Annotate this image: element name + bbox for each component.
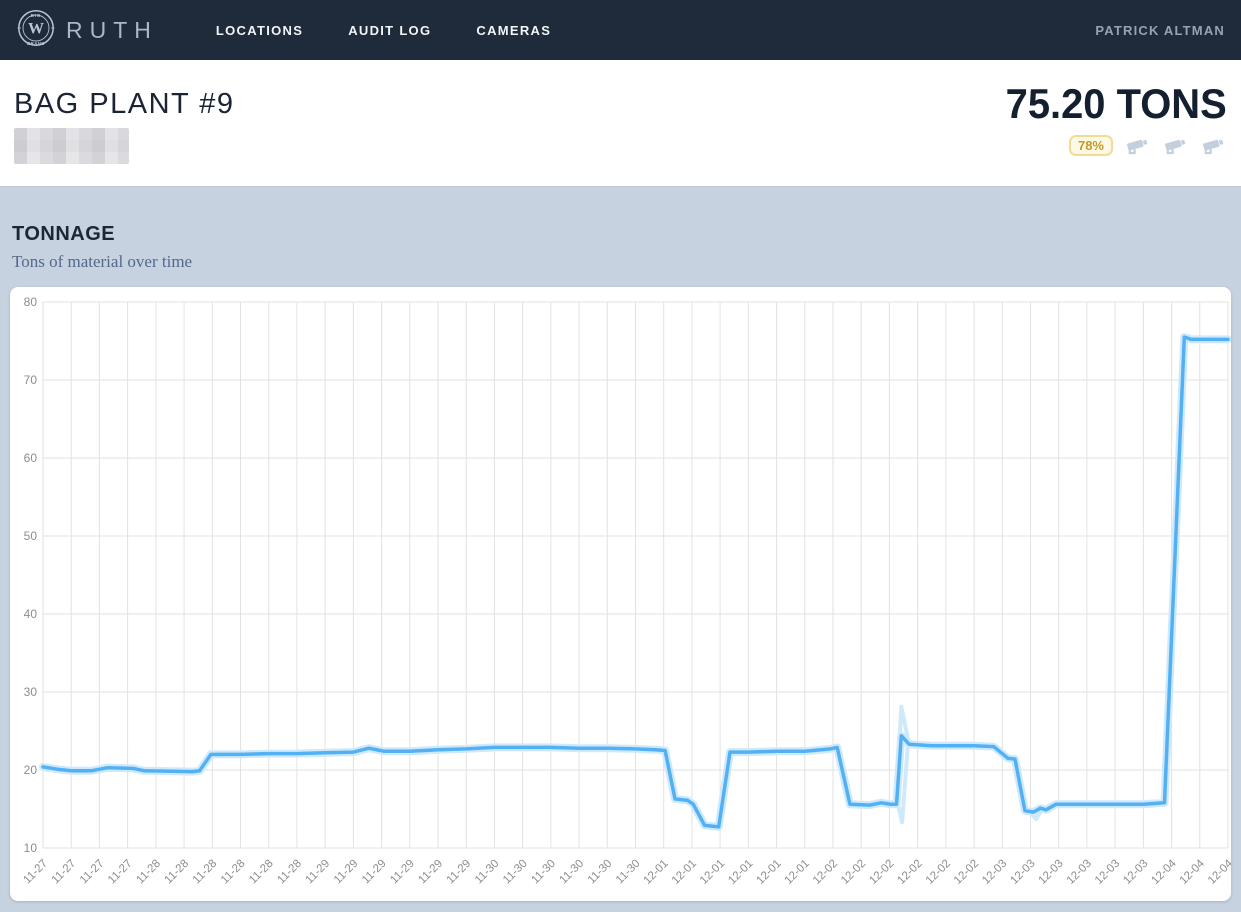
- svg-text:11-30: 11-30: [529, 858, 558, 887]
- svg-text:12-03: 12-03: [1065, 858, 1094, 887]
- svg-text:11-29: 11-29: [445, 858, 474, 887]
- svg-text:11-29: 11-29: [304, 858, 333, 887]
- svg-text:40: 40: [24, 607, 38, 621]
- nav-item-locations[interactable]: LOCATIONS: [216, 23, 303, 38]
- svg-text:11-28: 11-28: [191, 858, 220, 887]
- nav-item-audit-log[interactable]: AUDIT LOG: [348, 23, 431, 38]
- svg-text:30: 30: [24, 685, 38, 699]
- svg-text:12-01: 12-01: [670, 858, 699, 887]
- svg-text:11-27: 11-27: [50, 858, 79, 887]
- svg-text:11-28: 11-28: [163, 858, 192, 887]
- svg-text:11-29: 11-29: [388, 858, 417, 887]
- svg-text:11-28: 11-28: [134, 858, 163, 887]
- section-subtitle: Tons of material over time: [12, 252, 1229, 272]
- cctv-camera-icon[interactable]: [1126, 134, 1151, 157]
- svg-text:12-01: 12-01: [642, 858, 671, 887]
- svg-text:10: 10: [24, 841, 38, 855]
- fill-percentage-badge: 78%: [1069, 135, 1113, 156]
- svg-text:11-29: 11-29: [360, 858, 389, 887]
- total-tonnage-value: 75.20 TONS: [1006, 82, 1227, 126]
- svg-text:11-27: 11-27: [21, 858, 50, 887]
- section-title: TONNAGE: [12, 223, 1229, 246]
- nav-item-cameras[interactable]: CAMERAS: [476, 23, 551, 38]
- svg-text:20: 20: [24, 763, 38, 777]
- top-nav: W BIG BRAND RUTH LOCATIONS AUDIT LOG CAM…: [0, 0, 1241, 60]
- svg-text:12-03: 12-03: [1093, 858, 1122, 887]
- big-w-brand-logo-icon: W BIG BRAND: [16, 8, 56, 53]
- svg-text:60: 60: [24, 451, 38, 465]
- svg-text:12-02: 12-02: [952, 858, 981, 887]
- redacted-address-block: [14, 128, 129, 164]
- svg-text:12-04: 12-04: [1149, 857, 1179, 887]
- svg-text:12-04: 12-04: [1178, 857, 1208, 887]
- svg-text:12-02: 12-02: [867, 858, 896, 887]
- svg-text:11-30: 11-30: [558, 858, 587, 887]
- cctv-camera-icon[interactable]: [1202, 134, 1227, 157]
- brand-logo-link[interactable]: W BIG BRAND RUTH: [16, 8, 158, 53]
- svg-text:11-27: 11-27: [106, 858, 135, 887]
- svg-text:11-27: 11-27: [78, 858, 107, 887]
- svg-text:12-01: 12-01: [698, 858, 727, 887]
- svg-text:11-30: 11-30: [501, 858, 530, 887]
- svg-text:12-02: 12-02: [811, 858, 840, 887]
- tonnage-chart[interactable]: 11-2711-2711-2711-2711-2811-2811-2811-28…: [10, 287, 1231, 901]
- svg-text:70: 70: [24, 373, 38, 387]
- svg-text:12-01: 12-01: [754, 858, 783, 887]
- svg-text:11-30: 11-30: [473, 858, 502, 887]
- tonnage-stats: 75.20 TONS 78%: [994, 82, 1227, 157]
- svg-text:11-30: 11-30: [586, 858, 615, 887]
- svg-text:11-29: 11-29: [416, 858, 445, 887]
- svg-text:12-03: 12-03: [1037, 858, 1066, 887]
- tonnage-section: TONNAGE Tons of material over time 11-27…: [0, 223, 1241, 901]
- nav-links: LOCATIONS AUDIT LOG CAMERAS: [216, 23, 551, 38]
- svg-text:11-28: 11-28: [275, 858, 304, 887]
- svg-text:12-03: 12-03: [980, 858, 1009, 887]
- page-header: BAG PLANT #9 75.20 TONS 78%: [0, 60, 1241, 187]
- svg-text:12-04: 12-04: [1206, 857, 1231, 887]
- svg-text:12-01: 12-01: [783, 858, 812, 887]
- svg-text:12-03: 12-03: [1121, 858, 1150, 887]
- svg-text:12-02: 12-02: [895, 858, 924, 887]
- tonnage-chart-panel: 11-2711-2711-2711-2711-2811-2811-2811-28…: [10, 287, 1231, 901]
- svg-text:BRAND: BRAND: [27, 40, 45, 45]
- svg-text:50: 50: [24, 529, 38, 543]
- svg-text:12-02: 12-02: [924, 858, 953, 887]
- svg-text:12-03: 12-03: [1008, 858, 1037, 887]
- svg-text:11-28: 11-28: [247, 858, 276, 887]
- cctv-camera-icon[interactable]: [1164, 134, 1189, 157]
- user-menu[interactable]: PATRICK ALTMAN: [1095, 23, 1225, 38]
- svg-text:11-28: 11-28: [219, 858, 248, 887]
- svg-text:11-30: 11-30: [614, 858, 643, 887]
- svg-text:12-01: 12-01: [726, 858, 755, 887]
- svg-text:BIG: BIG: [31, 13, 42, 18]
- svg-text:11-29: 11-29: [332, 858, 361, 887]
- svg-text:W: W: [28, 20, 44, 37]
- svg-text:80: 80: [24, 295, 38, 309]
- brand-name: RUTH: [66, 17, 158, 44]
- svg-text:12-02: 12-02: [839, 858, 868, 887]
